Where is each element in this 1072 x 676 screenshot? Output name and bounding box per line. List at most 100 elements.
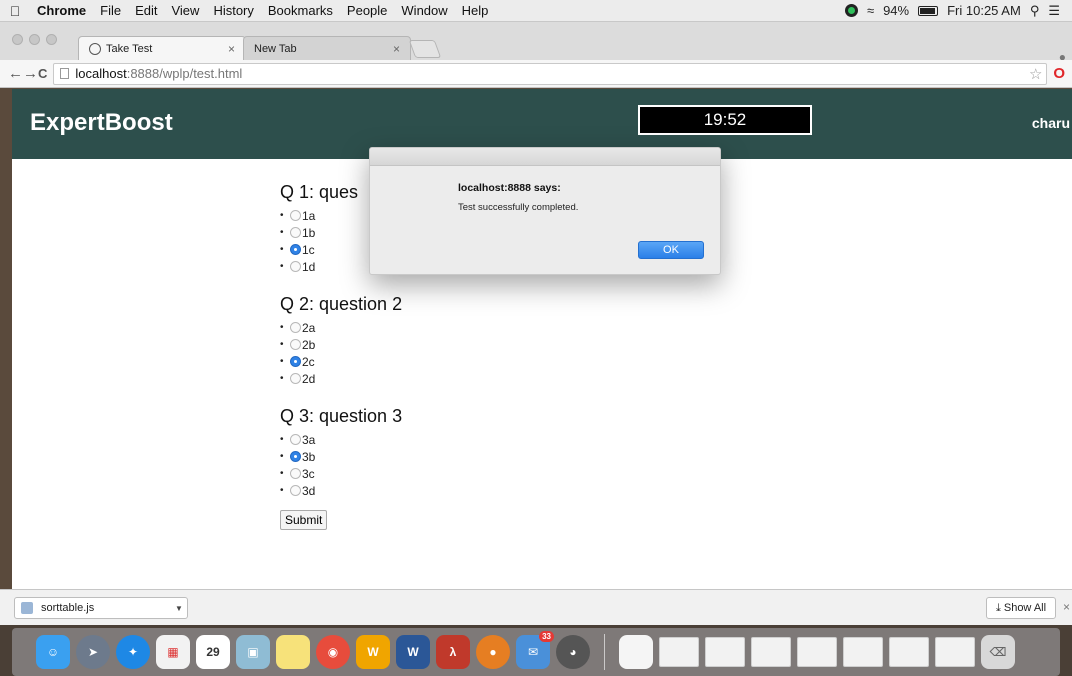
menu-file[interactable]: File — [93, 3, 128, 18]
window-thumbnail[interactable] — [889, 637, 929, 667]
address-bar[interactable]: localhost:8888/wplp/test.html ☆ — [53, 62, 1048, 85]
ok-button[interactable]: OK — [638, 241, 704, 259]
wifi-icon[interactable]: ≈ — [867, 3, 874, 18]
menu-view[interactable]: View — [164, 3, 206, 18]
download-item[interactable]: sorttable.js ▼ — [14, 597, 188, 619]
extension-o-icon[interactable]: O — [1053, 65, 1065, 82]
radio-button[interactable] — [290, 485, 301, 496]
close-window-button[interactable] — [12, 34, 23, 45]
chrome-icon[interactable]: ◉ — [316, 635, 350, 669]
option-item[interactable]: • 2c — [280, 353, 402, 370]
option-item[interactable]: • 3b — [280, 448, 402, 465]
sync-status-icon[interactable] — [844, 4, 858, 17]
radio-button-selected[interactable] — [290, 244, 301, 255]
menu-people[interactable]: People — [340, 3, 394, 18]
option-item[interactable]: • 2d — [280, 370, 402, 387]
option-label: 1d — [302, 259, 316, 274]
menu-help[interactable]: Help — [455, 3, 496, 18]
launchpad-icon[interactable]: ➤ — [76, 635, 110, 669]
preview-icon[interactable]: ▣ — [236, 635, 270, 669]
notes-icon[interactable] — [276, 635, 310, 669]
radio-button[interactable] — [290, 373, 301, 384]
trash-icon[interactable]: ⌫ — [981, 635, 1015, 669]
option-label: 3a — [302, 432, 316, 447]
question-3: Q 3: question 3 • 3a • 3b • 3c • 3d — [280, 401, 402, 499]
radio-button[interactable] — [290, 210, 301, 221]
desktop-background: ☺ ➤ ✦ ▦ 29 ▣ ◉ W W λ ● ✉ 33 ◕ ⌫ — [0, 625, 1072, 676]
radio-button[interactable] — [290, 468, 301, 479]
radio-button-selected[interactable] — [290, 356, 301, 367]
apple-icon[interactable]:  — [0, 3, 30, 19]
window-thumbnail[interactable] — [843, 637, 883, 667]
dialog-titlebar[interactable] — [370, 148, 720, 166]
forward-arrow-icon[interactable]: → — [23, 65, 38, 82]
chevron-down-icon[interactable]: ▼ — [171, 604, 187, 613]
file-icon — [21, 602, 33, 614]
window-thumbnail[interactable] — [659, 637, 699, 667]
menu-app-name[interactable]: Chrome — [30, 3, 93, 18]
safari-icon[interactable]: ✦ — [116, 635, 150, 669]
radio-button[interactable] — [290, 227, 301, 238]
close-icon[interactable]: × — [1063, 600, 1070, 614]
acrobat-icon[interactable]: λ — [436, 635, 470, 669]
downloads-bar: sorttable.js ▼ ⤓ Show All × — [0, 589, 1072, 625]
browser-toolbar: ← → C localhost:8888/wplp/test.html ☆ O … — [0, 60, 1072, 88]
menu-edit[interactable]: Edit — [128, 3, 164, 18]
dock-separator — [604, 634, 605, 670]
firefox-icon[interactable]: ● — [476, 635, 510, 669]
option-label: 3c — [302, 466, 315, 481]
menubar-clock[interactable]: Fri 10:25 AM — [947, 3, 1021, 18]
wamp-icon[interactable]: W — [356, 635, 390, 669]
user-name[interactable]: charu — [1032, 115, 1070, 131]
option-item[interactable]: • 3c — [280, 465, 402, 482]
notification-center-icon[interactable]: ☰ — [1048, 3, 1060, 19]
menubar-status-area: ≈ 94% Fri 10:25 AM ⚲ ☰ — [844, 3, 1072, 19]
app-grid-icon[interactable]: ▦ — [156, 635, 190, 669]
app-circle-icon[interactable]: ◕ — [556, 635, 590, 669]
back-arrow-icon[interactable]: ← — [8, 65, 23, 82]
radio-button[interactable] — [290, 339, 301, 350]
close-tab-icon[interactable]: × — [228, 42, 235, 56]
finder-icon[interactable]: ☺ — [36, 635, 70, 669]
radio-button-selected[interactable] — [290, 451, 301, 462]
window-thumbnail[interactable] — [797, 637, 837, 667]
page-icon — [60, 68, 70, 79]
minimize-window-button[interactable] — [29, 34, 40, 45]
menu-history[interactable]: History — [206, 3, 260, 18]
site-brand[interactable]: ExpertBoost — [30, 109, 173, 137]
option-label: 2c — [302, 354, 315, 369]
tab-new-tab[interactable]: New Tab × — [243, 36, 411, 60]
tab-favicon-icon — [89, 42, 101, 55]
window-thumbnail[interactable] — [705, 637, 745, 667]
option-label: 3b — [302, 449, 316, 464]
new-tab-button[interactable] — [408, 40, 442, 58]
document-icon[interactable] — [619, 635, 653, 669]
option-item[interactable]: • 3a — [280, 431, 402, 448]
reload-icon[interactable]: C — [38, 66, 47, 81]
menu-window[interactable]: Window — [394, 3, 454, 18]
option-item[interactable]: • 2a — [280, 319, 402, 336]
bookmark-star-icon[interactable]: ☆ — [1029, 65, 1046, 83]
option-label: 2b — [302, 337, 316, 352]
option-item[interactable]: • 3d — [280, 482, 402, 499]
close-tab-icon[interactable]: × — [393, 42, 400, 56]
radio-button[interactable] — [290, 322, 301, 333]
word-icon[interactable]: W — [396, 635, 430, 669]
show-all-button[interactable]: ⤓ Show All — [986, 597, 1056, 619]
radio-button[interactable] — [290, 434, 301, 445]
window-thumbnail[interactable] — [935, 637, 975, 667]
browser-tab-strip: Take Test × New Tab × ● — [0, 22, 1072, 64]
tab-take-test[interactable]: Take Test × — [78, 36, 246, 60]
option-label: 1a — [302, 208, 316, 223]
battery-icon[interactable] — [918, 5, 939, 16]
spotlight-search-icon[interactable]: ⚲ — [1030, 3, 1040, 19]
mail-icon[interactable]: ✉ 33 — [516, 631, 554, 669]
calendar-icon[interactable]: 29 — [196, 635, 230, 669]
alert-dialog: localhost:8888 says: Test successfully c… — [369, 147, 721, 275]
window-thumbnail[interactable] — [751, 637, 791, 667]
zoom-window-button[interactable] — [46, 34, 57, 45]
option-item[interactable]: • 2b — [280, 336, 402, 353]
submit-button[interactable]: Submit — [280, 510, 328, 530]
radio-button[interactable] — [290, 261, 301, 272]
menu-bookmarks[interactable]: Bookmarks — [261, 3, 340, 18]
